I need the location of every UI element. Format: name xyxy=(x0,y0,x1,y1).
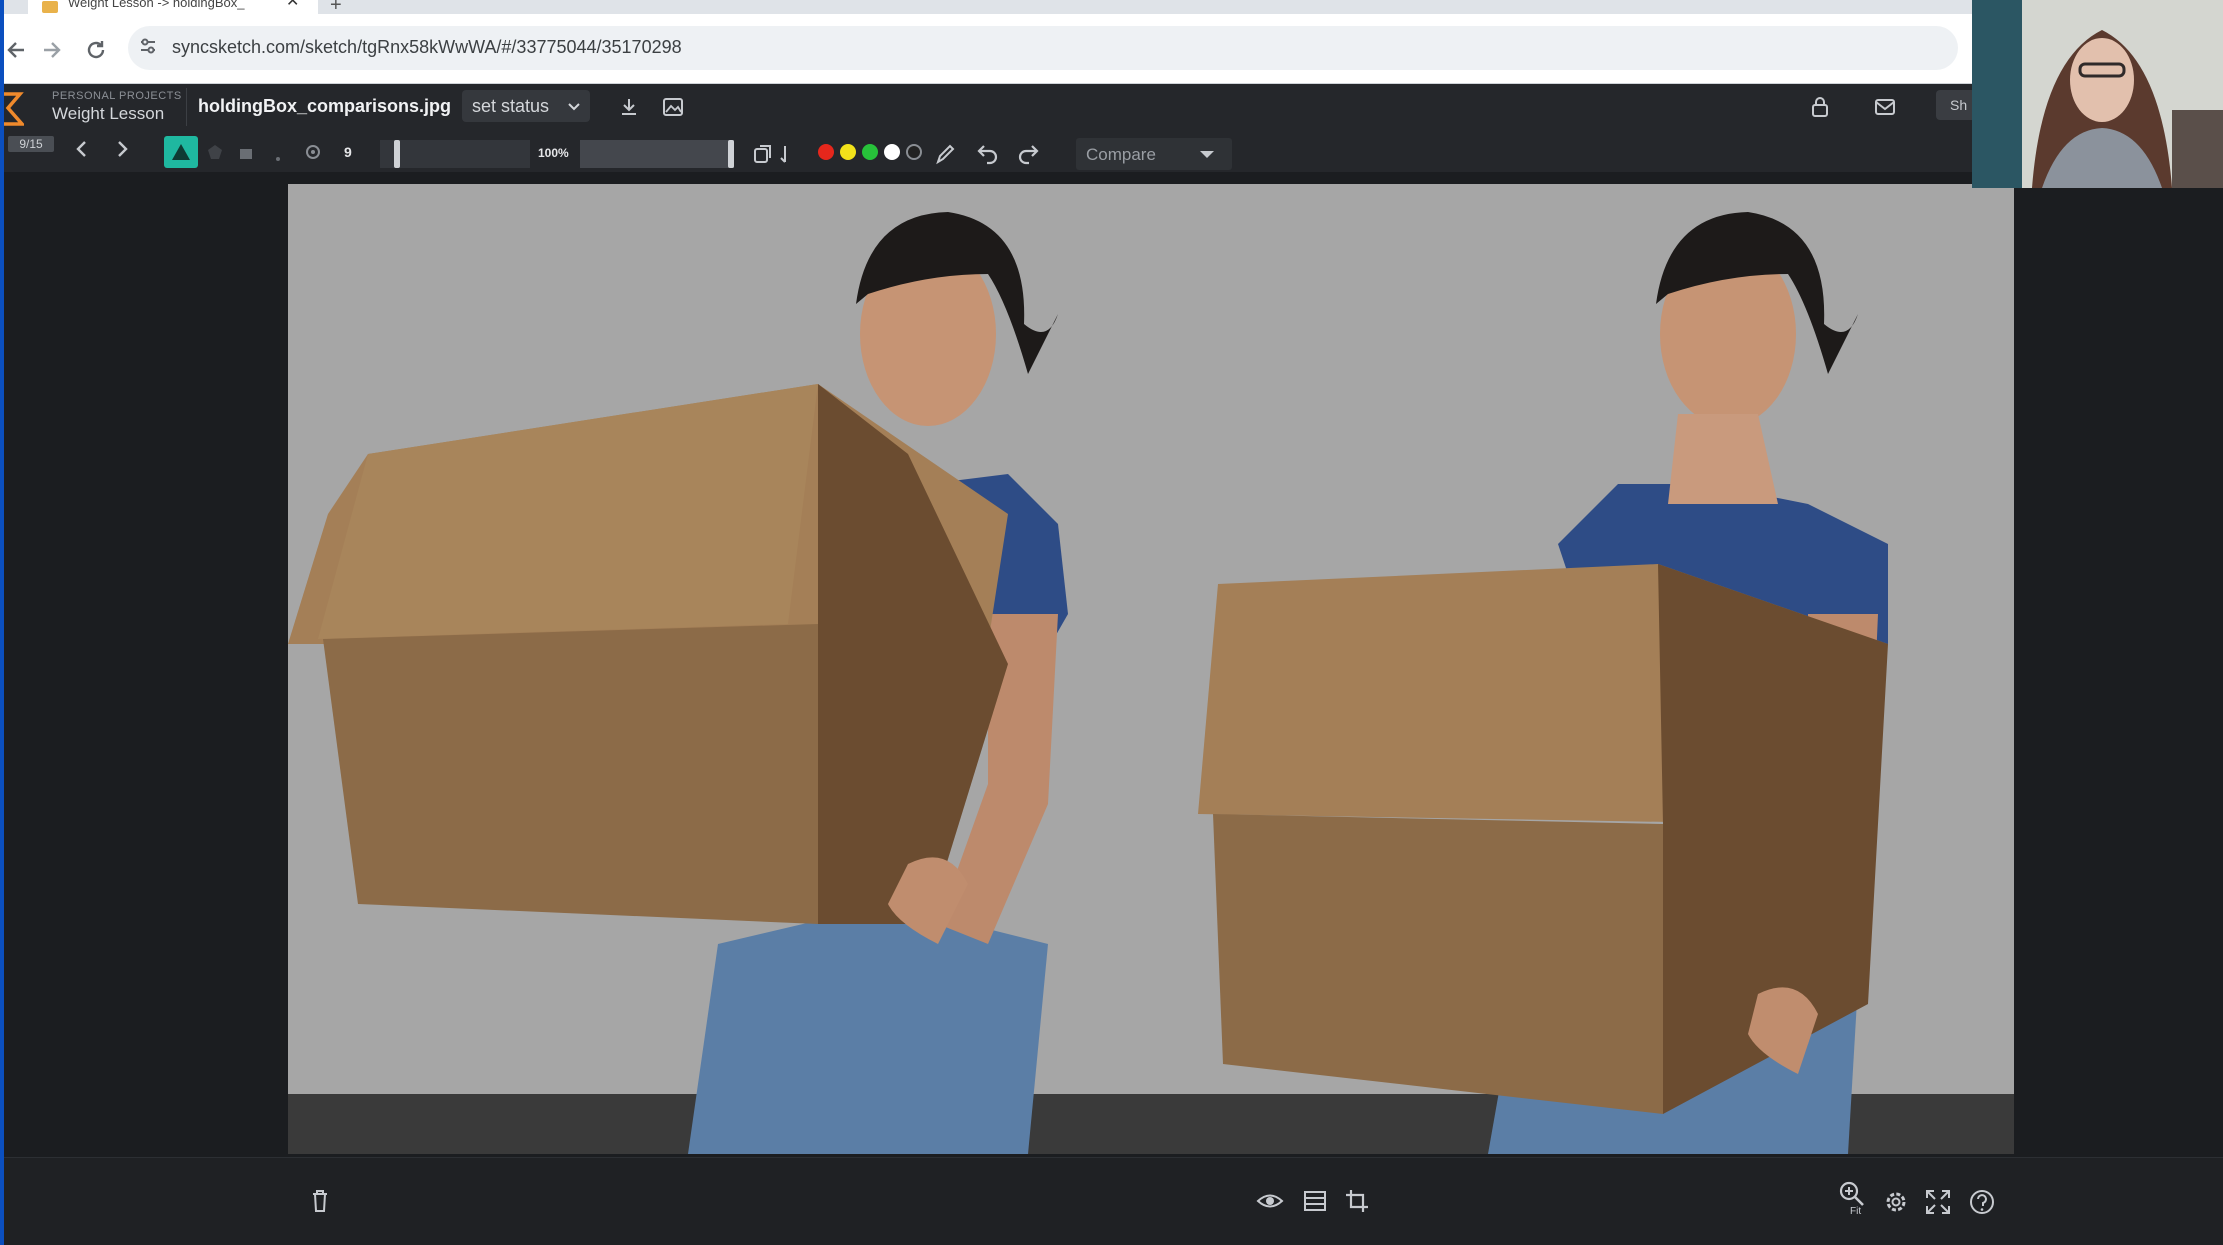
url-text: syncsketch.com/sketch/tgRnx58kWwWA/#/337… xyxy=(172,37,682,57)
trash-icon[interactable] xyxy=(310,1188,330,1214)
undo-icon[interactable] xyxy=(976,140,1000,166)
project-name[interactable]: Weight Lesson xyxy=(52,104,164,124)
shape-icon[interactable] xyxy=(204,140,226,164)
opacity-slider-handle[interactable] xyxy=(728,140,734,168)
header-divider xyxy=(186,88,187,126)
brush-size-slider[interactable] xyxy=(380,140,530,168)
opacity-slider[interactable] xyxy=(580,140,734,168)
set-status-dropdown[interactable]: set status xyxy=(462,90,590,122)
color-swatch-black[interactable] xyxy=(906,144,922,160)
image-icon[interactable] xyxy=(662,96,684,118)
settings-icon[interactable] xyxy=(1882,1188,1910,1216)
mail-icon[interactable] xyxy=(1874,98,1896,116)
eye-icon[interactable] xyxy=(1256,1190,1284,1212)
select-icon[interactable] xyxy=(268,140,288,164)
swap-icon[interactable] xyxy=(778,142,792,166)
url-field[interactable]: syncsketch.com/sketch/tgRnx58kWwWA/#/337… xyxy=(128,26,1958,70)
bottom-toolbar: Fit xyxy=(0,1157,2223,1245)
color-swatch-green[interactable] xyxy=(862,144,878,160)
compare-label: Compare xyxy=(1086,145,1156,164)
favicon-icon xyxy=(42,1,58,13)
tab-close-icon[interactable]: ✕ xyxy=(286,0,299,10)
opacity-value: 100% xyxy=(538,146,569,160)
status-label: set status xyxy=(472,96,550,116)
zoom-fit-label: Fit xyxy=(1850,1206,1862,1217)
brush-size-slider-handle[interactable] xyxy=(394,140,401,168)
review-image[interactable] xyxy=(288,184,2014,1154)
zoom-fit-button[interactable]: Fit xyxy=(1838,1180,1868,1220)
color-swatch-white[interactable] xyxy=(884,144,900,160)
site-settings-icon[interactable] xyxy=(138,36,158,56)
pen-tool-button[interactable] xyxy=(164,136,198,168)
browser-forward-icon[interactable] xyxy=(40,38,62,62)
share-button[interactable]: Sh xyxy=(1936,90,1976,120)
browser-tab[interactable]: Weight Lesson -> holdingBox_ ✕ xyxy=(28,0,318,14)
fullscreen-icon[interactable] xyxy=(1924,1188,1952,1216)
color-swatch-red[interactable] xyxy=(818,144,834,160)
eyedropper-icon[interactable] xyxy=(934,140,956,166)
gear-icon[interactable] xyxy=(302,140,324,164)
eraser-icon[interactable] xyxy=(236,140,256,164)
address-bar: syncsketch.com/sketch/tgRnx58kWwWA/#/337… xyxy=(0,14,1972,84)
compare-dropdown[interactable]: Compare xyxy=(1076,138,1232,170)
browser-tab-bar: Weight Lesson -> holdingBox_ ✕ + xyxy=(0,0,1972,16)
color-swatch-yellow[interactable] xyxy=(840,144,856,160)
crop-icon[interactable] xyxy=(1344,1188,1370,1214)
tab-title: Weight Lesson -> holdingBox_ xyxy=(68,0,245,10)
webcam-overlay xyxy=(1972,0,2223,188)
syncsketch-logo-icon xyxy=(4,92,24,126)
pen-icon xyxy=(172,144,190,160)
window-edge xyxy=(0,0,4,1245)
layers-icon[interactable] xyxy=(1302,1188,1328,1214)
reload-icon[interactable] xyxy=(84,38,108,62)
lock-icon[interactable] xyxy=(1810,96,1830,118)
back-icon[interactable] xyxy=(72,138,92,160)
zoom-fit-icon xyxy=(1839,1181,1864,1206)
brush-size-value: 9 xyxy=(344,144,352,160)
forward-icon[interactable] xyxy=(112,138,132,160)
chevron-down-icon xyxy=(568,103,580,111)
project-category: PERSONAL PROJECTS xyxy=(52,90,182,102)
browser-back-icon[interactable] xyxy=(6,38,28,62)
download-icon[interactable] xyxy=(618,96,640,118)
caret-down-icon xyxy=(1200,151,1214,158)
redo-icon[interactable] xyxy=(1016,140,1040,166)
help-icon[interactable] xyxy=(1968,1188,1996,1216)
copy-icon[interactable] xyxy=(752,142,776,166)
file-name: holdingBox_comparisons.jpg xyxy=(198,96,452,116)
page-counter: 9/15 xyxy=(8,136,54,152)
